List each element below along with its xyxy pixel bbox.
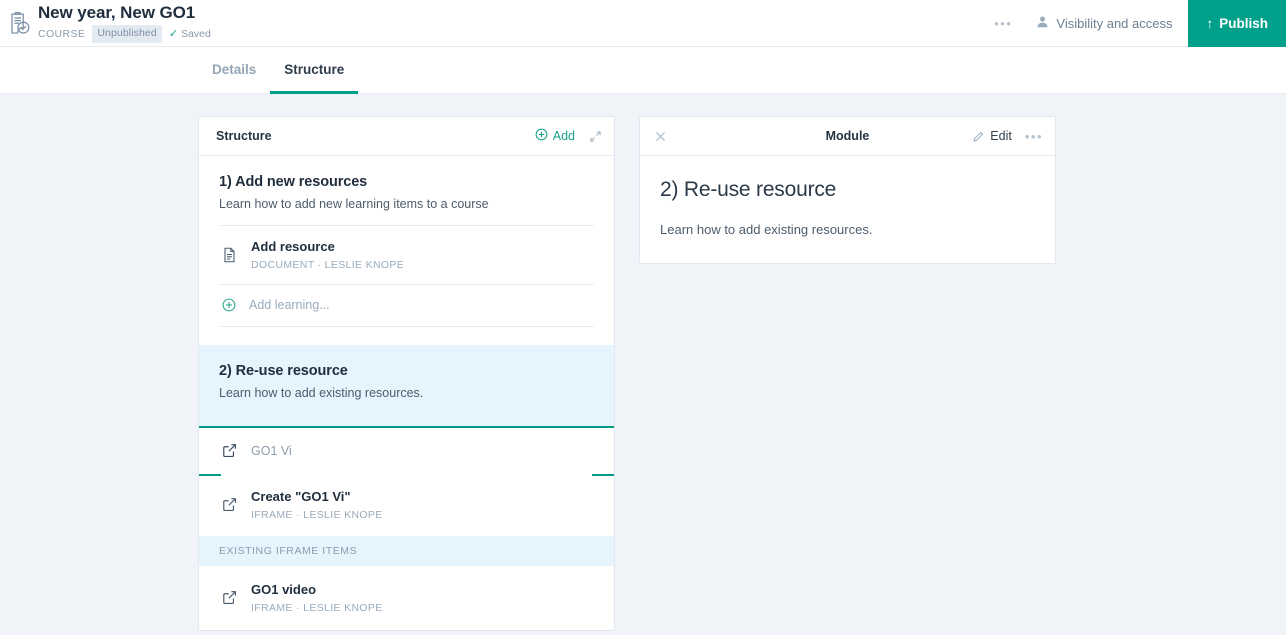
module-description: Learn how to add new learning items to a…	[219, 197, 489, 211]
module-block-selected[interactable]: 2) Re-use resource Learn how to add exis…	[199, 345, 614, 426]
external-link-icon	[221, 443, 237, 458]
detail-heading: 2) Re-use resource	[660, 178, 837, 201]
external-link-icon	[221, 497, 237, 512]
document-icon	[221, 247, 237, 263]
structure-panel-title: Structure	[216, 129, 272, 143]
pencil-icon	[972, 130, 985, 143]
person-icon	[1036, 15, 1049, 31]
detail-column: Module Edit ••• 2) Re-use resource Learn…	[639, 116, 1056, 264]
learning-search-input[interactable]: GO1 Vi	[251, 444, 292, 458]
module-header: 1) Add new resources Learn how to add ne…	[199, 156, 614, 225]
learning-item-text: Add resource DOCUMENT · LESLIE KNOPE	[251, 238, 404, 271]
structure-panel-header: Structure Add	[199, 117, 614, 156]
module-title: 2) Re-use resource	[219, 363, 348, 379]
existing-item-title: GO1 video	[251, 582, 317, 597]
content-type-label: COURSE	[38, 27, 86, 40]
edit-button[interactable]: Edit	[972, 129, 1012, 143]
plus-circle-icon	[535, 128, 548, 144]
clipboard-check-icon	[2, 11, 36, 36]
publish-label: Publish	[1219, 15, 1268, 31]
upload-arrow-icon: ↑	[1206, 15, 1214, 31]
module-detail-panel: Module Edit ••• 2) Re-use resource Learn…	[639, 116, 1056, 264]
publish-button[interactable]: ↑ Publish	[1188, 0, 1286, 47]
tab-structure[interactable]: Structure	[270, 48, 359, 94]
header-actions: ••• Visibility and access ↑ Publish	[980, 0, 1286, 47]
edit-label: Edit	[990, 129, 1012, 143]
check-icon: ✓	[168, 27, 179, 40]
module-footer-spacer	[199, 327, 614, 345]
status-badge: Unpublished	[92, 25, 162, 43]
create-term: GO1 Vi	[301, 489, 345, 504]
module-spacer	[199, 414, 614, 426]
detail-panel-actions: Edit •••	[972, 129, 1043, 143]
add-label: Add	[552, 129, 575, 143]
detail-overflow-button[interactable]: •••	[1025, 130, 1043, 143]
module-block[interactable]: 1) Add new resources Learn how to add ne…	[199, 156, 614, 345]
app-header: New year, New GO1 COURSE Unpublished ✓ S…	[0, 0, 1286, 47]
add-learning-button[interactable]: Add learning...	[199, 285, 614, 326]
learning-search-row[interactable]: GO1 Vi	[199, 426, 614, 476]
external-link-icon	[221, 590, 237, 605]
existing-item-row[interactable]: GO1 video IFRAME · LESLIE KNOPE	[199, 566, 614, 630]
create-option-text: Create "GO1 Vi" IFRAME · LESLIE KNOPE	[251, 488, 383, 521]
saved-indicator: ✓ Saved	[169, 28, 211, 41]
visibility-and-access-button[interactable]: Visibility and access	[1026, 0, 1188, 47]
visibility-label: Visibility and access	[1056, 15, 1173, 31]
learning-item-row[interactable]: Add resource DOCUMENT · LESLIE KNOPE	[199, 226, 614, 284]
underline-right-segment	[592, 474, 614, 476]
structure-column: Structure Add 1) Add new resources Learn…	[198, 116, 615, 631]
add-learning-label: Add learning...	[249, 298, 330, 312]
detail-panel-header: Module Edit •••	[640, 117, 1055, 156]
plus-circle-icon	[221, 298, 237, 312]
module-description: Learn how to add existing resources.	[219, 386, 424, 400]
create-option-title: Create "GO1 Vi"	[251, 489, 351, 504]
page-body: Structure Add 1) Add new resources Learn…	[0, 94, 1286, 631]
underline-left-segment	[199, 474, 221, 476]
detail-description: Learn how to add existing resources.	[660, 222, 873, 237]
expand-arrows-icon[interactable]	[589, 130, 602, 143]
create-prefix: Create "	[251, 489, 302, 504]
add-button[interactable]: Add	[535, 128, 575, 144]
module-title: 1) Add new resources	[219, 174, 368, 190]
close-icon[interactable]	[654, 130, 667, 143]
search-underline	[199, 474, 614, 476]
module-header: 2) Re-use resource Learn how to add exis…	[199, 345, 614, 414]
create-option-row[interactable]: Create "GO1 Vi" IFRAME · LESLIE KNOPE	[199, 474, 614, 536]
existing-item-subtitle: IFRAME · LESLIE KNOPE	[251, 602, 383, 614]
saved-label: Saved	[181, 27, 211, 40]
create-suffix: "	[344, 489, 351, 504]
create-option-subtitle: IFRAME · LESLIE KNOPE	[251, 509, 383, 521]
existing-items-section-header: EXISTING IFRAME ITEMS	[199, 536, 614, 566]
structure-panel: Structure Add 1) Add new resources Learn…	[198, 116, 615, 631]
tab-bar: Details Structure	[0, 47, 1286, 94]
learning-item-subtitle: DOCUMENT · LESLIE KNOPE	[251, 259, 405, 271]
structure-panel-actions: Add	[535, 128, 602, 144]
header-subline: COURSE Unpublished ✓ Saved	[38, 25, 211, 43]
header-overflow-button[interactable]: •••	[980, 0, 1026, 47]
tab-details[interactable]: Details	[198, 48, 270, 94]
page-title: New year, New GO1	[38, 3, 196, 22]
existing-item-text: GO1 video IFRAME · LESLIE KNOPE	[251, 581, 383, 614]
header-titles: New year, New GO1 COURSE Unpublished ✓ S…	[38, 3, 211, 43]
detail-panel-body: 2) Re-use resource Learn how to add exis…	[640, 156, 1055, 263]
learning-item-title: Add resource	[251, 239, 335, 254]
